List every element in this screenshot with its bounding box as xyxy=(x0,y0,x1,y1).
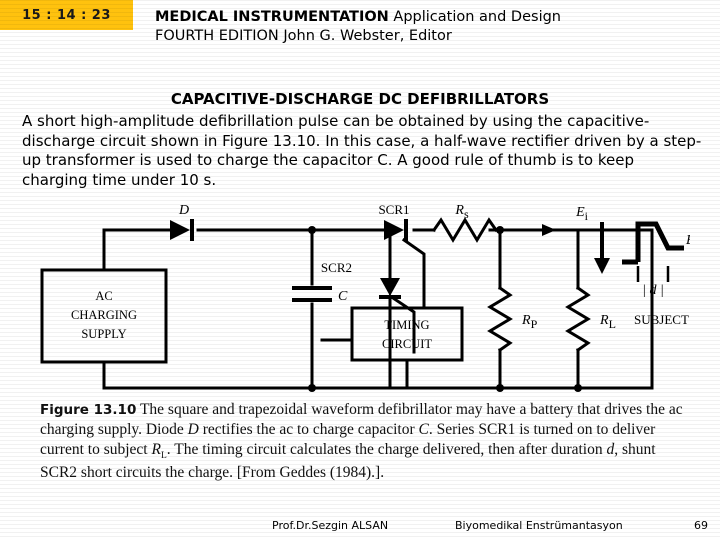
book-edition-line: FOURTH EDITION John G. Webster, Editor xyxy=(155,28,452,45)
label-rl: RL xyxy=(599,313,616,331)
junction-dot-cap-bottom xyxy=(308,384,316,392)
timing-circuit-line-2: CIRCUIT xyxy=(382,337,432,351)
scr1-symbol xyxy=(384,219,408,241)
wire-bottom-rail xyxy=(102,360,654,390)
book-title-line: MEDICAL INSTRUMENTATION Application and … xyxy=(155,8,715,27)
figure-number: Figure 13.10 xyxy=(40,402,137,418)
caption-text-4: . The timing circuit calculates the char… xyxy=(166,441,607,459)
wire-supply-to-diode xyxy=(102,228,172,272)
caption-var-D: D xyxy=(187,421,199,439)
label-subject: SUBJECT xyxy=(634,312,689,327)
timer-value: 15 : 14 : 23 xyxy=(22,7,111,23)
resistor-rl-zigzag xyxy=(565,285,591,353)
label-duration-d: | d | xyxy=(642,283,664,298)
junction-dot-rl-bottom xyxy=(574,384,582,392)
diode-symbol xyxy=(170,219,194,241)
ac-supply-line-2: CHARGING xyxy=(71,308,137,322)
slide-footer: Prof.Dr.Sezgin ALSAN Biyomedikal Enstrüm… xyxy=(0,519,720,535)
figure-caption: Figure 13.10 The square and trapezoidal … xyxy=(40,400,690,483)
footer-page-number: 69 xyxy=(694,519,708,532)
wire-scr1-gate xyxy=(401,237,426,310)
ac-supply-line-3: SUPPLY xyxy=(81,327,126,341)
section-heading: CAPACITIVE-DISCHARGE DC DEFIBRILLATORS xyxy=(170,90,550,108)
body-paragraph: A short high-amplitude defibrillation pu… xyxy=(22,112,702,189)
caption-var-C: C xyxy=(418,421,429,439)
caption-text-2: rectifies the ac to charge capacitor xyxy=(198,421,419,439)
ac-supply-line-1: AC xyxy=(95,289,112,303)
junction-dot-rp xyxy=(496,226,504,234)
label-capacitor-C: C xyxy=(338,289,348,304)
caption-var-RL: R xyxy=(151,441,161,459)
timing-circuit-line-1: TIMING xyxy=(384,318,429,332)
circuit-schematic-svg: D C SCR1 SCR2 Rs RP RL SUBJECT Ei Ef | d… xyxy=(40,202,690,392)
slide-canvas: 15 : 14 : 23 MEDICAL INSTRUMENTATION App… xyxy=(0,0,720,540)
label-rs: Rs xyxy=(454,203,469,221)
timer-badge: 15 : 14 : 23 xyxy=(0,0,133,30)
label-ef: Ef xyxy=(685,233,690,251)
junction-dot-rp-bottom xyxy=(496,384,504,392)
scr2-symbol xyxy=(379,278,401,299)
label-ei: Ei xyxy=(575,205,589,223)
footer-course: Biyomedikal Enstrümantasyon xyxy=(455,519,623,532)
label-rp: RP xyxy=(521,313,538,331)
junction-dot-cap xyxy=(308,226,316,234)
label-diode-D: D xyxy=(178,203,189,218)
book-title-subtitle: Application and Design xyxy=(388,9,561,25)
book-title-bold: MEDICAL INSTRUMENTATION xyxy=(155,9,389,25)
label-scr1: SCR1 xyxy=(378,202,409,217)
resistor-rs-zigzag xyxy=(431,217,499,243)
slide-header: MEDICAL INSTRUMENTATION Application and … xyxy=(155,8,715,47)
timing-circuit-box xyxy=(350,306,464,362)
label-scr2: SCR2 xyxy=(321,260,352,275)
resistor-rp-zigzag xyxy=(487,285,513,353)
footer-author: Prof.Dr.Sezgin ALSAN xyxy=(272,519,389,532)
current-arrow xyxy=(542,224,556,236)
